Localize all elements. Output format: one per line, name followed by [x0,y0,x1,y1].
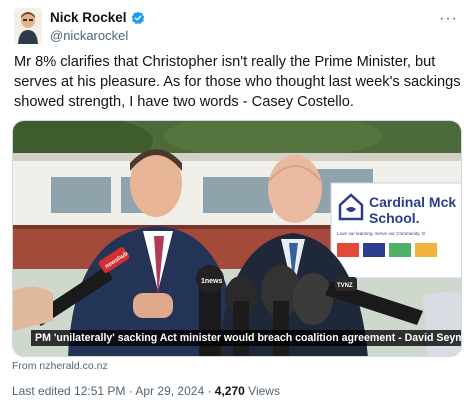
author-avatar[interactable] [14,8,42,44]
author-display-name[interactable]: Nick Rockel [50,10,127,25]
tweet-media-photo[interactable]: Cardinal Mck School. Love our learning. … [12,120,462,357]
author-handle[interactable]: @nickarockel [50,28,128,43]
sign-line-1: Cardinal Mck [369,194,456,210]
photo-caption: PM 'unilaterally' sacking Act minister w… [31,330,461,346]
sign-line-2: School. [369,210,420,226]
edited-timestamp[interactable]: Last edited 12:51 PM · Apr 29, 2024 · [12,384,215,398]
tweet-meta: Last edited 12:51 PM · Apr 29, 2024 · 4,… [12,384,280,398]
tweet-card: Nick Rockel @nickarockel ··· Mr 8% clari… [0,0,474,402]
mic-brand-right: TVNZ [337,283,353,289]
views-count: 4,270 [214,384,245,398]
views-label: Views [244,384,280,398]
mic-brand-center: 1news [201,278,223,285]
sign-tagline: Love our learning. Serve our Community. … [337,231,426,236]
more-options-icon[interactable]: ··· [439,10,458,28]
tweet-header: Nick Rockel @nickarockel ··· [14,8,464,48]
tweet-text: Mr 8% clarifies that Christopher isn't r… [14,54,461,110]
verified-badge-icon [131,11,145,25]
link-source[interactable]: From nzherald.co.nz [12,360,108,372]
